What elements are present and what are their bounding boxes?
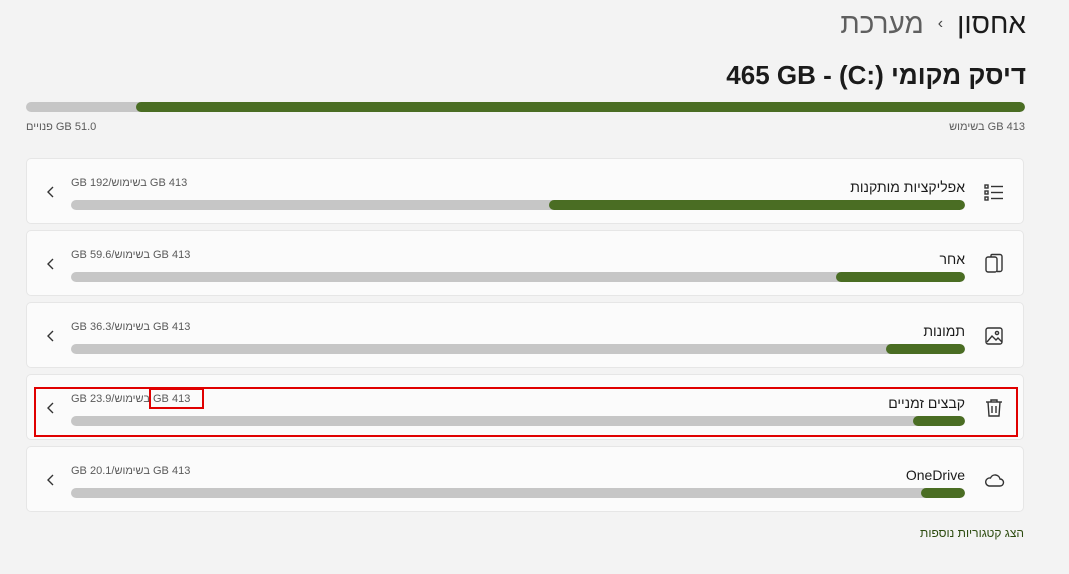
- drive-used-label: 413 GB בשימוש: [949, 121, 1025, 133]
- category-size: 36.3 GB/413 GB בשימוש: [71, 321, 191, 333]
- chevron-left-icon[interactable]: [45, 329, 57, 343]
- show-more-categories-link[interactable]: הצג קטגוריות נוספות: [920, 526, 1024, 540]
- apps-list-icon: [984, 184, 1003, 201]
- drive-usage-bar: [26, 102, 1025, 112]
- category-card-pictures[interactable]: תמונות 36.3 GB/413 GB בשימוש: [26, 302, 1024, 368]
- category-size: 20.1 GB/413 GB בשימוש: [71, 465, 191, 477]
- category-usage-bar: [71, 416, 965, 426]
- other-files-icon: [985, 253, 1003, 273]
- category-size: 59.6 GB/413 GB בשימוש: [71, 249, 191, 261]
- category-usage-bar: [71, 344, 965, 354]
- category-card-temp-files[interactable]: קבצים זמניים 23.9 GB/413 GB בשימוש: [26, 374, 1024, 440]
- cloud-icon: [985, 474, 1005, 487]
- category-name: OneDrive: [905, 467, 965, 483]
- category-name: אחר: [939, 251, 965, 267]
- drive-title: 465 GB - (C:) דיסק מקומי: [726, 60, 1026, 90]
- storage-categories-list: אפליקציות מותקנות 192 GB/413 GB בשימוש א…: [26, 158, 1024, 518]
- trash-icon: [986, 399, 1002, 417]
- chevron-left-icon[interactable]: [45, 257, 57, 271]
- breadcrumb-parent-system[interactable]: מערכת: [840, 8, 923, 40]
- category-usage-fill: [913, 416, 965, 426]
- category-name: אפליקציות מותקנות: [850, 179, 965, 195]
- category-usage-fill: [886, 344, 965, 354]
- chevron-left-icon[interactable]: [45, 401, 57, 415]
- drive-usage-fill: [135, 102, 1025, 112]
- category-card-onedrive[interactable]: OneDrive 20.1 GB/413 GB בשימוש: [26, 446, 1024, 512]
- chevron-left-icon[interactable]: [45, 473, 57, 487]
- breadcrumb-chevron-icon: ›: [937, 15, 944, 32]
- category-usage-bar: [71, 200, 965, 210]
- category-usage-fill: [549, 200, 965, 210]
- drive-free-label: 51.0 GB פנויים: [26, 121, 97, 133]
- category-card-other[interactable]: אחר 59.6 GB/413 GB בשימוש: [26, 230, 1024, 296]
- category-usage-bar: [71, 272, 965, 282]
- pictures-icon: [985, 327, 1003, 345]
- category-usage-fill: [921, 488, 965, 498]
- category-usage-bar: [71, 488, 965, 498]
- breadcrumb: מערכת › אחסון: [840, 4, 1026, 44]
- category-size: 23.9 GB/413 GB בשימוש: [71, 393, 191, 405]
- category-size: 192 GB/413 GB בשימוש: [71, 177, 188, 189]
- category-name: קבצים זמניים: [888, 395, 965, 411]
- category-name: תמונות: [923, 323, 965, 339]
- page-title: אחסון: [957, 8, 1026, 39]
- category-usage-fill: [836, 272, 965, 282]
- chevron-left-icon[interactable]: [45, 185, 57, 199]
- category-card-apps[interactable]: אפליקציות מותקנות 192 GB/413 GB בשימוש: [26, 158, 1024, 224]
